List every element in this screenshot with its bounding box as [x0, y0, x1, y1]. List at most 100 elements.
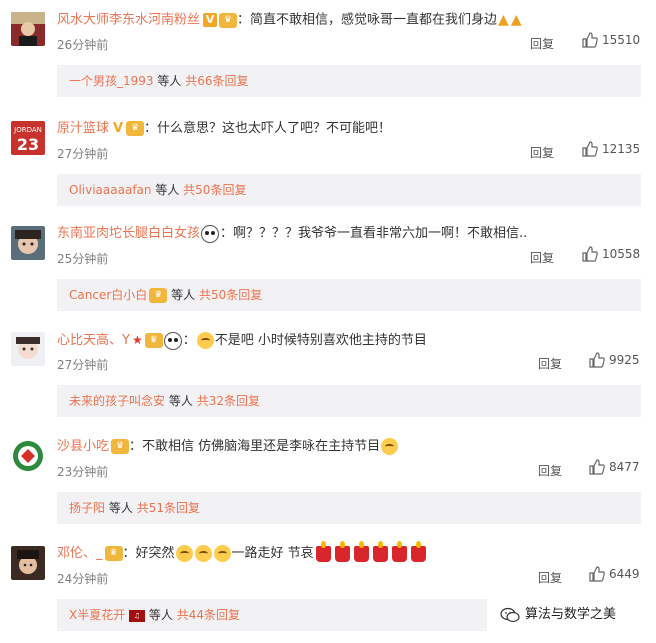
colon: ： [122, 546, 136, 561]
sub-reply-user[interactable]: 未来的孩子叫念安 [69, 394, 165, 408]
comment-item: 风水大师李东水河南粉丝 V ♛ ：简直不敢相信，感觉咏哥一直都在我们身边▲ ▲ 26分钟… [0, 0, 656, 106]
sub-reply-mid: 等人 [168, 394, 193, 408]
timestamp: 27分钟前 [57, 358, 109, 372]
comment-text: 啊？？？？我爷爷一直看非常六加一啊！不敢相信.. [233, 226, 528, 241]
timestamp: 26分钟前 [57, 38, 109, 52]
sub-replies[interactable]: 未来的孩子叫念安 等人 共32条回复 [57, 385, 641, 417]
username[interactable]: 风水大师李东水河南粉丝 [57, 13, 200, 28]
sub-replies[interactable]: Oliviaaaaafan 等人 共50条回复 [57, 174, 641, 206]
sad-face-icon [194, 545, 212, 562]
comment-text: 不是吧 小时候特别喜欢他主持的节目 [214, 333, 427, 348]
pray-icon: ▲ [498, 12, 509, 28]
sub-reply-user[interactable]: Oliviaaaaafan [69, 183, 152, 197]
sad-face-icon [175, 545, 193, 562]
sub-reply-user[interactable]: 扬子阳 [69, 501, 105, 515]
sub-reply-mid: 等人 [171, 288, 196, 302]
timestamp: 25分钟前 [57, 252, 109, 266]
watermark-text: 算法与数学之美 [525, 607, 617, 622]
reply-button[interactable]: 回复 [530, 35, 554, 52]
pray-icon: ▲ [510, 12, 522, 28]
panda-icon [163, 331, 182, 350]
thumbs-up-icon [582, 141, 598, 157]
username[interactable]: 东南亚肉坨长腿白白女孩 [57, 226, 200, 241]
comment-text: 什么意思？这也太吓人了吧？不可能吧！ [157, 121, 392, 136]
like-count: 9925 [609, 353, 640, 367]
candle-icon [334, 540, 350, 562]
username[interactable]: 沙县小吃 [57, 439, 109, 454]
avatar[interactable] [11, 226, 45, 260]
sad-face-icon [381, 438, 399, 455]
level-badge-icon: ♛ [149, 288, 168, 303]
reply-button[interactable]: 回复 [530, 144, 554, 161]
avatar[interactable] [11, 439, 45, 473]
comment-item: JORDAN 23 原汁篮球 V ♛ ：什么意思？这也太吓人了吧？不可能吧！ 27分钟前… [0, 109, 656, 215]
svg-text:JORDAN: JORDAN [13, 126, 42, 134]
username[interactable]: 原汁篮球 [57, 121, 109, 136]
sub-reply-mid: 等人 [157, 74, 182, 88]
thumbs-up-icon [582, 32, 598, 48]
username[interactable]: 邓伦、_ [57, 546, 103, 561]
vip-badge-icon: V [203, 13, 218, 27]
like-count: 6449 [609, 567, 640, 581]
sad-face-icon [213, 545, 231, 562]
like-count: 10558 [602, 247, 641, 261]
timestamp: 24分钟前 [57, 572, 109, 586]
like-button[interactable]: 15510 [582, 32, 640, 50]
comment-text: 好突然 [135, 546, 175, 561]
timestamp: 27分钟前 [57, 147, 109, 161]
watermark: 算法与数学之美 [500, 603, 616, 623]
sub-reply-total[interactable]: 共51条回复 [137, 501, 200, 515]
level-badge-icon: ♛ [219, 12, 238, 28]
reply-button[interactable]: 回复 [530, 249, 554, 266]
like-button[interactable]: 10558 [582, 246, 640, 264]
sub-reply-user[interactable]: X半夏花开 [69, 608, 125, 622]
sub-replies[interactable]: 扬子阳 等人 共51条回复 [57, 492, 641, 524]
sub-reply-user[interactable]: 一个男孩_1993 [69, 74, 154, 88]
comment-text: 一路走好 节哀 [231, 546, 314, 561]
svg-text:23: 23 [17, 135, 39, 154]
avatar[interactable]: JORDAN 23 [11, 121, 45, 155]
sub-reply-user[interactable]: Cancer白小白 [69, 288, 147, 302]
colon: ： [144, 121, 158, 136]
sub-replies[interactable]: Cancer白小白 ♛ 等人 共50条回复 [57, 279, 641, 311]
username[interactable]: 心比天高、Y [57, 333, 130, 348]
level-badge-icon: ♛ [111, 439, 130, 454]
sub-replies[interactable]: X半夏花开 ♫ 等人 共44条回复 [57, 599, 487, 631]
sub-reply-total[interactable]: 共32条回复 [197, 394, 260, 408]
candle-icon [315, 540, 331, 562]
comment-item: 沙县小吃 ♛ ：不敢相信 仿佛脑海里还是李咏在主持节目 23分钟前 回复 8477 … [0, 427, 656, 533]
comment-text: 简直不敢相信，感觉咏哥一直都在我们身边 [250, 12, 498, 28]
candle-icon [410, 540, 426, 562]
reply-button[interactable]: 回复 [538, 355, 562, 372]
like-button[interactable]: 8477 [589, 459, 640, 477]
candle-icon [353, 540, 369, 562]
colon: ： [237, 12, 251, 28]
avatar[interactable] [11, 546, 45, 580]
sub-reply-total[interactable]: 共44条回复 [177, 608, 240, 622]
sub-reply-total[interactable]: 共66条回复 [185, 74, 248, 88]
sub-reply-total[interactable]: 共50条回复 [183, 183, 246, 197]
avatar[interactable] [11, 12, 45, 46]
sub-reply-total[interactable]: 共50条回复 [199, 288, 262, 302]
candle-icon [372, 540, 388, 562]
reply-button[interactable]: 回复 [538, 462, 562, 479]
comment-item: 心比天高、Y ★ ♛ ： 不是吧 小时候特别喜欢他主持的节目 27分钟前 回复 9925… [0, 320, 656, 426]
like-count: 8477 [609, 460, 640, 474]
colon: ： [182, 333, 196, 348]
timestamp: 23分钟前 [57, 465, 109, 479]
reply-button[interactable]: 回复 [538, 569, 562, 586]
level-badge-icon: ♛ [126, 121, 145, 136]
level-badge-icon: ♛ [144, 333, 163, 348]
like-button[interactable]: 6449 [589, 566, 640, 584]
gold-v-icon: V [112, 120, 124, 136]
like-button[interactable]: 9925 [589, 352, 640, 370]
sub-reply-mid: 等人 [155, 183, 180, 197]
star-icon: ★ [131, 333, 143, 347]
like-button[interactable]: 12135 [582, 141, 640, 159]
avatar[interactable] [11, 332, 45, 366]
sub-replies[interactable]: 一个男孩_1993 等人 共66条回复 [57, 65, 641, 97]
like-count: 12135 [602, 142, 641, 156]
sub-reply-mid: 等人 [148, 608, 173, 622]
like-count: 15510 [602, 33, 641, 47]
wechat-icon [500, 607, 520, 622]
